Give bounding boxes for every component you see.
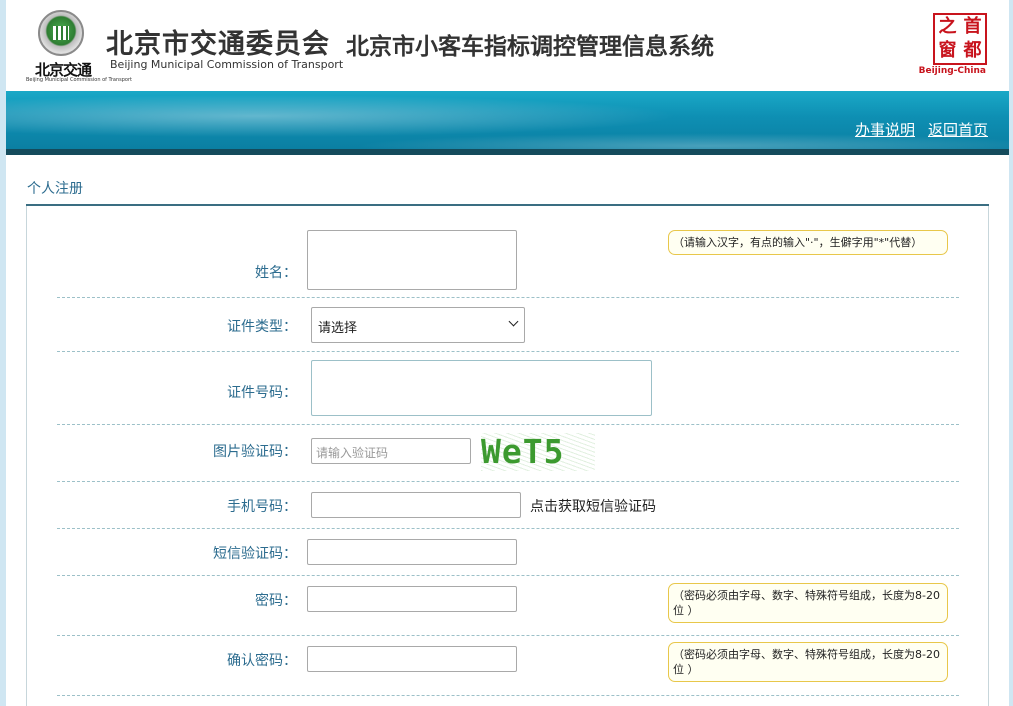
registration-form: 姓名： （请输入汉字，有点的输入"·"，生僻字用"*"代替） 证件类型： 请选择…	[26, 206, 989, 706]
banner-nav: 办事说明 返回首页	[855, 119, 988, 140]
sms-code-label: 短信验证码：	[213, 546, 297, 562]
page: 北京交通 Beijing Municipal Commission of Tra…	[6, 0, 1009, 706]
password-input[interactable]	[307, 586, 517, 612]
logo-subtext: Beijing Municipal Commission of Transpor…	[26, 77, 132, 83]
sms-code-input[interactable]	[307, 539, 517, 565]
id-type-value: 请选择	[318, 321, 358, 336]
home-link[interactable]: 返回首页	[928, 119, 988, 140]
seal-caption: Beijing-China	[918, 66, 986, 76]
form-row-name: 姓名： （请输入汉字，有点的输入"·"，生僻字用"*"代替）	[57, 206, 959, 298]
form-row-captcha: 图片验证码： 请输入验证码 WeT5	[57, 425, 959, 482]
beijing-seal-icon: 之 首 窗 都	[933, 13, 987, 65]
seal-char: 都	[963, 40, 982, 61]
confirm-password-tip: （密码必须由字母、数字、特殊符号组成，长度为8-20位 ）	[668, 642, 948, 682]
registration-panel: 个人注册 姓名： （请输入汉字，有点的输入"·"，生僻字用"*"代替） 证件类型…	[26, 178, 989, 706]
get-sms-code-link[interactable]: 点击获取短信验证码	[530, 496, 656, 516]
password-label: 密码：	[255, 593, 297, 609]
confirm-password-label: 确认密码：	[227, 653, 297, 669]
seal-char: 首	[963, 16, 982, 37]
form-row-confirm-password: 确认密码： （密码必须由字母、数字、特殊符号组成，长度为8-20位 ）	[57, 636, 959, 696]
org-name-en: Beijing Municipal Commission of Transpor…	[110, 58, 344, 71]
form-row-phone: 手机号码： 点击获取短信验证码	[57, 482, 959, 529]
form-row-id-number: 证件号码：	[57, 352, 959, 425]
password-tip: （密码必须由字母、数字、特殊符号组成，长度为8-20位 ）	[668, 583, 948, 623]
form-row-password: 密码： （密码必须由字母、数字、特殊符号组成，长度为8-20位 ）	[57, 576, 959, 636]
emblem-icon	[38, 10, 84, 56]
name-input[interactable]	[307, 230, 517, 290]
name-tip: （请输入汉字，有点的输入"·"，生僻字用"*"代替）	[668, 230, 948, 255]
form-row-id-type: 证件类型： 请选择	[57, 298, 959, 352]
form-row-sms-code: 短信验证码：	[57, 529, 959, 576]
captcha-input[interactable]: 请输入验证码	[311, 438, 471, 464]
seal-char: 之	[938, 16, 957, 37]
id-number-input[interactable]	[311, 360, 652, 416]
phone-label: 手机号码：	[227, 499, 297, 515]
phone-input[interactable]	[311, 492, 521, 518]
captcha-label: 图片验证码：	[213, 444, 297, 460]
banner: 办事说明 返回首页	[6, 91, 1009, 155]
name-label: 姓名：	[255, 265, 297, 281]
system-title: 北京市小客车指标调控管理信息系统	[346, 34, 714, 60]
captcha-image[interactable]: WeT5	[481, 433, 595, 471]
confirm-password-input[interactable]	[307, 646, 517, 672]
id-number-label: 证件号码：	[227, 385, 297, 401]
chevron-down-icon	[508, 316, 519, 327]
org-name-cn: 北京市交通委员会	[106, 29, 330, 60]
section-title: 个人注册	[27, 181, 83, 197]
instructions-link[interactable]: 办事说明	[855, 119, 915, 140]
transport-logo: 北京交通 Beijing Municipal Commission of Tra…	[24, 10, 132, 83]
id-type-select[interactable]: 请选择	[311, 307, 525, 343]
id-type-label: 证件类型：	[227, 319, 297, 335]
seal-char: 窗	[938, 40, 957, 61]
header: 北京交通 Beijing Municipal Commission of Tra…	[6, 0, 1009, 91]
